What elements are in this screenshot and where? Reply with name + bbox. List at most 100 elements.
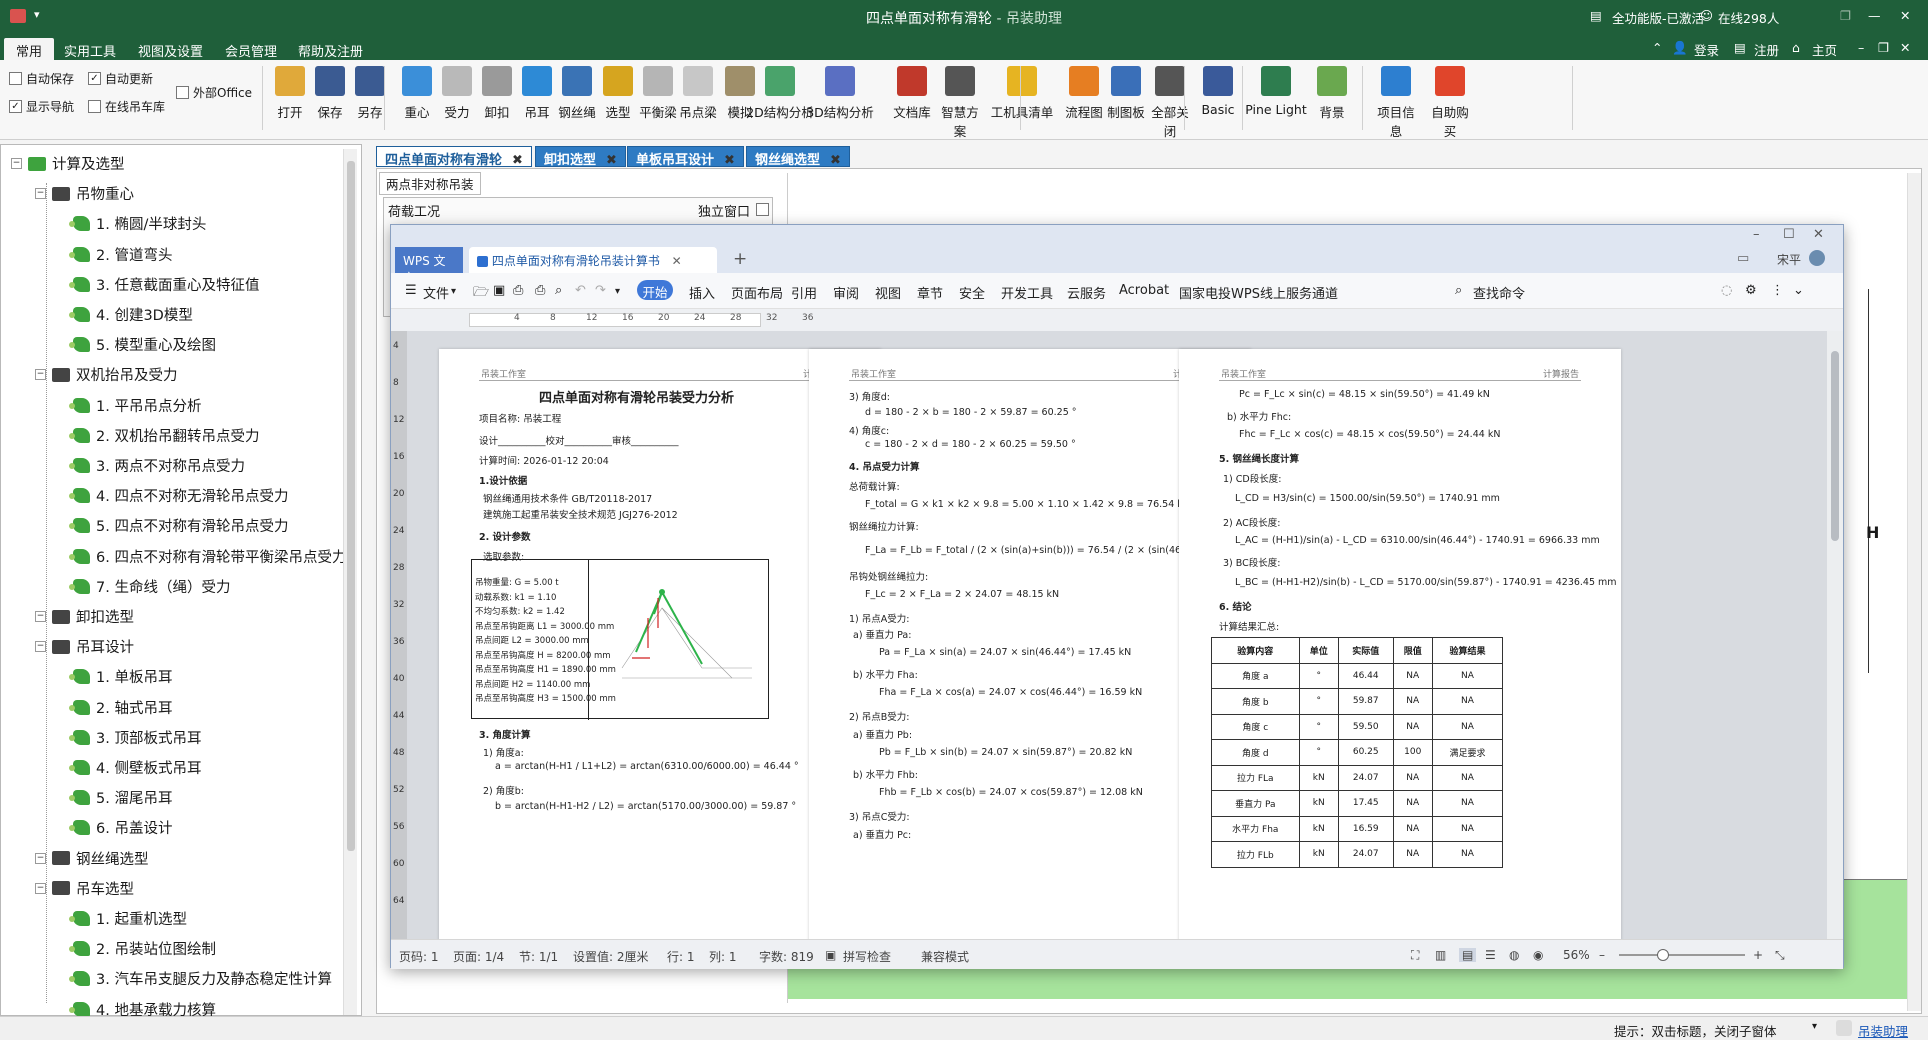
online-crane-lib-checkbox[interactable]: 在线吊车库 — [88, 98, 165, 115]
wps-user-name[interactable]: 宋平 — [1777, 251, 1801, 268]
menu-review[interactable]: 审阅 — [833, 283, 859, 302]
zoom-slider[interactable] — [1619, 949, 1745, 961]
tree-leaf-item[interactable]: 5. 溜尾吊耳 — [69, 787, 172, 808]
menu-section[interactable]: 章节 — [917, 283, 943, 302]
tree-leaf-item[interactable]: 4. 侧壁板式吊耳 — [69, 757, 201, 778]
menu-service-channel[interactable]: 国家电投WPS线上服务通道 — [1179, 283, 1338, 302]
tree-leaf-item[interactable]: 3. 汽车吊支腿反力及静态稳定性计算 — [69, 968, 332, 989]
search-icon[interactable]: ⌕ — [1455, 283, 1462, 298]
tree-leaf-item[interactable]: 1. 平吊吊点分析 — [69, 395, 201, 416]
home-link[interactable]: 主页 — [1812, 40, 1837, 59]
tree-leaf-item[interactable]: 3. 任意截面重心及特征值 — [69, 274, 259, 295]
tree-group-item[interactable]: − 钢丝绳选型 — [35, 848, 149, 869]
register-link[interactable]: 注册 — [1754, 40, 1779, 59]
close-icon[interactable]: ✖ — [606, 153, 617, 168]
ribbon-button[interactable]: 自助购买 — [1428, 66, 1472, 140]
menu-developer[interactable]: 开发工具 — [1001, 283, 1053, 302]
external-office-checkbox[interactable]: 外部Office — [176, 84, 252, 101]
tab-tools[interactable]: 实用工具 — [52, 38, 128, 60]
close-icon[interactable]: ✖ — [724, 153, 735, 168]
search-command[interactable]: 查找命令 — [1473, 283, 1525, 302]
chevron-down-icon[interactable]: ▾ — [451, 286, 456, 297]
redo-icon[interactable]: ↷ — [595, 283, 606, 298]
expand-icon[interactable]: − — [35, 369, 46, 381]
ribbon-button[interactable]: 打开 — [268, 66, 312, 121]
menu-file[interactable]: 文件 — [423, 283, 449, 302]
expand-icon[interactable]: − — [11, 158, 22, 169]
app-link[interactable]: 吊装助理 — [1858, 1021, 1908, 1040]
close-icon[interactable]: ✖ — [830, 153, 841, 168]
tree-leaf-item[interactable]: 4. 创建3D模型 — [69, 304, 193, 325]
ribbon-button[interactable]: 选型 — [596, 66, 640, 121]
more-icon[interactable]: ⋮ — [1771, 283, 1784, 298]
expand-icon[interactable]: − — [35, 188, 46, 200]
ribbon-button[interactable]: 重心 — [395, 66, 439, 121]
tree-group-item[interactable]: − 双机抬吊及受力 — [35, 364, 178, 385]
ribbon-button[interactable]: 另存 — [348, 66, 392, 121]
fullscreen-icon[interactable]: ⛶ — [1411, 948, 1419, 963]
wps-app-tab[interactable]: WPS 文字 — [395, 247, 463, 285]
undo-icon[interactable]: ↶ — [575, 283, 586, 298]
more-arrow-icon[interactable]: ▾ — [615, 286, 620, 297]
main-scrollbar[interactable] — [1907, 173, 1921, 1011]
expand-icon[interactable]: − — [35, 882, 46, 894]
print-icon[interactable]: ⎙ — [535, 283, 545, 298]
auto-update-checkbox[interactable]: ✓ 自动更新 — [88, 70, 153, 87]
menu-security[interactable]: 安全 — [959, 283, 985, 302]
doc-scrollbar-thumb[interactable] — [1831, 351, 1839, 541]
tree-leaf-item[interactable]: 2. 双机抬吊翻转吊点受力 — [69, 425, 259, 446]
tree-leaf-item[interactable]: 3. 两点不对称吊点受力 — [69, 455, 245, 476]
doc-tab-shackle[interactable]: 卸扣选型 ✖ — [535, 146, 626, 168]
ribbon-button[interactable]: 3D结构分析 — [806, 66, 874, 121]
collapse-ribbon-icon[interactable]: ⌃ — [1652, 40, 1662, 55]
ribbon-button[interactable]: 流程图 — [1062, 66, 1106, 121]
tree-leaf-item[interactable]: 5. 模型重心及绘图 — [69, 334, 216, 355]
tablet-mode-icon[interactable]: ▭ — [1737, 251, 1749, 266]
outline-view-icon[interactable]: ☰ — [1485, 948, 1496, 962]
close-icon[interactable]: ✕ — [672, 254, 682, 268]
wps-close-icon[interactable]: ✕ — [1813, 227, 1824, 242]
ribbon-button[interactable]: 背景 — [1310, 66, 1354, 121]
menu-view[interactable]: 视图 — [875, 283, 901, 302]
tree-group-item[interactable]: − 吊车选型 — [35, 878, 134, 899]
save-icon[interactable]: ▣ — [493, 283, 505, 298]
doc-page-3[interactable]: 吊装工作室 计算报告 Pc = F_Lc × sin(c) = 48.15 × … — [1179, 349, 1621, 939]
ribbon-button[interactable]: 智慧方案 — [938, 66, 982, 140]
sub-tab[interactable]: 两点非对称吊装 — [379, 172, 481, 195]
export-icon[interactable]: ⎙ — [513, 283, 523, 298]
tree-leaf-item[interactable]: 3. 顶部板式吊耳 — [69, 727, 201, 748]
menu-insert[interactable]: 插入 — [689, 283, 715, 302]
minimize-icon[interactable]: — — [1868, 8, 1881, 23]
ribbon-button[interactable]: 吊耳 — [515, 66, 559, 121]
menu-references[interactable]: 引用 — [791, 283, 817, 302]
expand-icon[interactable]: − — [35, 852, 46, 864]
ribbon-button[interactable]: 受力 — [435, 66, 479, 121]
tree-scrollbar[interactable] — [343, 149, 357, 1015]
doc-tab-four-point[interactable]: 四点单面对称有滑轮 ✖ — [376, 146, 532, 168]
ribbon-button[interactable]: 保存 — [308, 66, 352, 121]
tree-leaf-item[interactable]: 7. 生命线（绳）受力 — [69, 576, 230, 597]
wps-doc-tab[interactable]: 四点单面对称有滑轮吊装计算书 ✕ — [469, 247, 717, 273]
tree-leaf-item[interactable]: 1. 单板吊耳 — [69, 666, 172, 687]
zoom-level[interactable]: 56% — [1563, 948, 1590, 962]
ribbon-button[interactable]: 制图板 — [1104, 66, 1148, 121]
tree-group-item[interactable]: − 吊耳设计 — [35, 636, 134, 657]
show-nav-checkbox[interactable]: ✓ 显示导航 — [9, 98, 74, 115]
preview-icon[interactable]: ⌕ — [555, 283, 562, 298]
expand-icon[interactable]: − — [35, 641, 46, 653]
ribbon-button[interactable]: 平衡梁 — [636, 66, 680, 121]
tab-help[interactable]: 帮助及注册 — [286, 38, 375, 60]
menu-cloud[interactable]: 云服务 — [1067, 283, 1106, 302]
tab-common[interactable]: 常用 — [4, 38, 55, 60]
ribbon-button[interactable]: 吊点梁 — [676, 66, 720, 121]
expand-icon[interactable]: − — [35, 611, 46, 622]
ribbon-button[interactable]: 钢丝绳 — [555, 66, 599, 121]
spell-check[interactable]: 拼写检查 — [843, 948, 891, 965]
float-window-checkbox[interactable] — [756, 203, 769, 216]
ribbon-button[interactable]: 文档库 — [890, 66, 934, 121]
tree-leaf-item[interactable]: 4. 四点不对称无滑轮吊点受力 — [69, 485, 288, 506]
status-dropdown-icon[interactable]: ▾ — [1812, 1021, 1817, 1032]
tree-group-item[interactable]: − 计算及选型 — [11, 153, 125, 174]
tree-leaf-item[interactable]: 5. 四点不对称有滑轮吊点受力 — [69, 515, 288, 536]
user-avatar-icon[interactable] — [1809, 250, 1825, 266]
